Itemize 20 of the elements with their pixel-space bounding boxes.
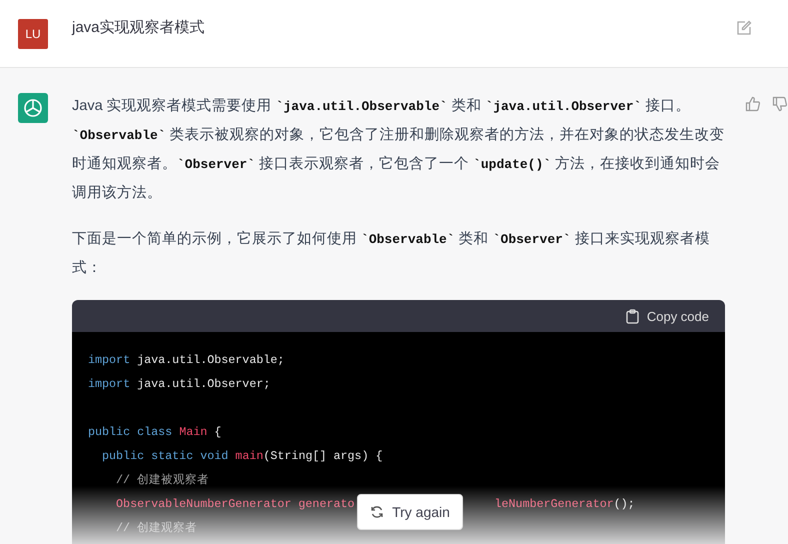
code-line: public class Main { [88,424,222,441]
refresh-icon [370,505,384,519]
code-line: ObservableNumberGenerator generato [116,496,355,513]
code-line: import java.util.Observer; [88,376,270,393]
thumbs-down-icon[interactable] [772,96,788,112]
code-line: import java.util.Observable; [88,352,284,369]
user-avatar: LU [18,18,48,48]
code-line: // 创建观察者 [116,520,198,537]
thumbs-up-icon[interactable] [745,96,761,112]
clipboard-icon [626,308,639,324]
code-line: // 创建被观察者 [116,472,210,489]
try-again-button[interactable]: Try again [357,494,463,530]
copy-code-button[interactable]: Copy code [626,308,709,324]
question-text: java实现观察者模式 [72,18,206,37]
answer-paragraph: Java 实现观察者模式需要使用 `java.util.Observable` 类和 `java.util.Observer` 接口。`Observable` 类表示被观察的对象，它包含了注册和删除观察者的方法，并在对象的状态发生改变时通知观察者。`Observer` 接口表示观察者，它包含了一个 `update()` 方法，在接收到通知时会调用该方法。 [72,96,725,203]
code-line: public static void main(String[] args) { [102,448,383,465]
edit-icon[interactable] [736,20,752,36]
code-line: leNumberGenerator(); [494,496,635,513]
answer-paragraph: 下面是一个简单的示例，它展示了如何使用 `Observable` 类和 `Observer` 接口来实现观察者模式： [72,230,711,278]
assistant-logo-icon [18,93,48,123]
